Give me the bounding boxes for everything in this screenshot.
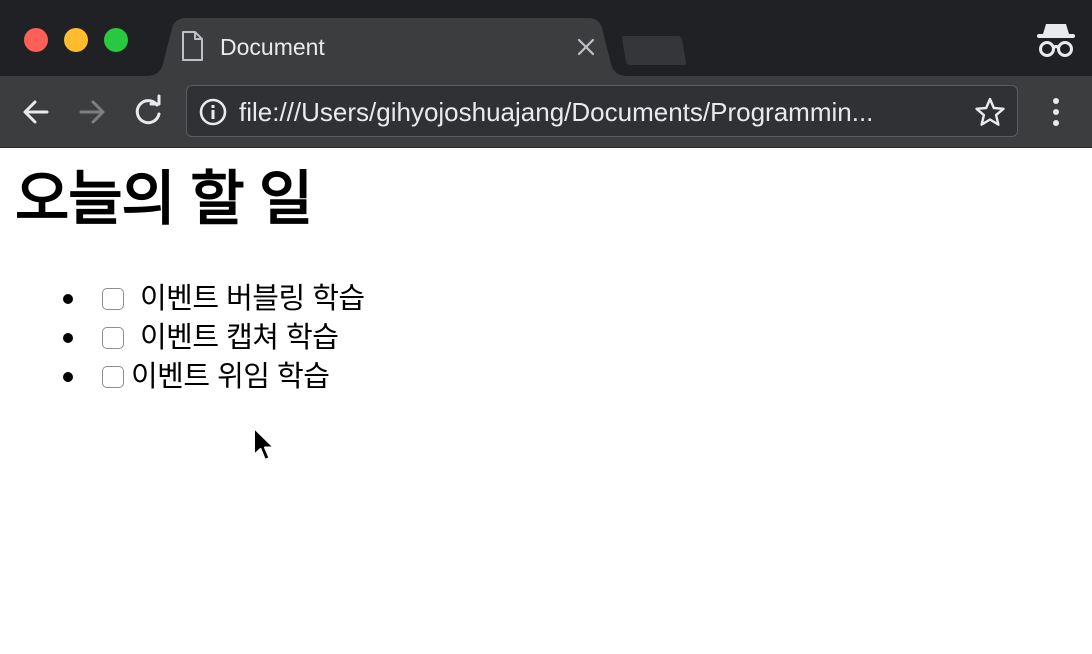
todo-checkbox[interactable] bbox=[102, 366, 124, 388]
reload-icon[interactable] bbox=[130, 94, 166, 130]
star-icon[interactable] bbox=[974, 96, 1006, 128]
minimize-window-button[interactable] bbox=[64, 28, 88, 52]
document-icon bbox=[182, 31, 203, 61]
bullet-icon bbox=[63, 294, 73, 304]
address-bar[interactable]: file:///Users/gihyojoshuajang/Documents/… bbox=[186, 85, 1018, 137]
mouse-pointer-icon bbox=[253, 427, 275, 461]
address-url[interactable]: file:///Users/gihyojoshuajang/Documents/… bbox=[239, 96, 959, 128]
browser-toolbar: file:///Users/gihyojoshuajang/Documents/… bbox=[0, 76, 1092, 148]
info-icon[interactable] bbox=[198, 97, 228, 127]
bullet-icon bbox=[63, 333, 73, 343]
close-tab-icon[interactable] bbox=[574, 35, 598, 59]
page-content: 오늘의 할 일 이벤트 버블링 학습 이벤트 캡쳐 학습 이벤트 위임 학습 bbox=[0, 148, 1092, 654]
kebab-menu-icon[interactable] bbox=[1040, 94, 1072, 130]
bullet-icon bbox=[63, 372, 73, 382]
new-tab-button[interactable] bbox=[620, 34, 688, 66]
browser-window: Document file:///Users/gihyojoshuajang/D… bbox=[0, 0, 1092, 654]
tab-background bbox=[146, 18, 628, 76]
close-window-button[interactable] bbox=[24, 28, 48, 52]
tab-document[interactable]: Document bbox=[146, 18, 628, 76]
zoom-window-button[interactable] bbox=[104, 28, 128, 52]
todo-label: 이벤트 캡쳐 학습 bbox=[140, 322, 339, 354]
todo-checkbox[interactable] bbox=[102, 327, 124, 349]
tab-strip: Document bbox=[0, 0, 1092, 76]
page-title: 오늘의 할 일 bbox=[15, 166, 313, 232]
forward-arrow-icon[interactable] bbox=[74, 94, 110, 130]
todo-label: 이벤트 위임 학습 bbox=[131, 361, 330, 393]
tab-title: Document bbox=[220, 34, 325, 60]
back-arrow-icon[interactable] bbox=[18, 94, 54, 130]
todo-label: 이벤트 버블링 학습 bbox=[140, 283, 365, 315]
todo-checkbox[interactable] bbox=[102, 288, 124, 310]
incognito-icon[interactable] bbox=[1034, 20, 1078, 60]
